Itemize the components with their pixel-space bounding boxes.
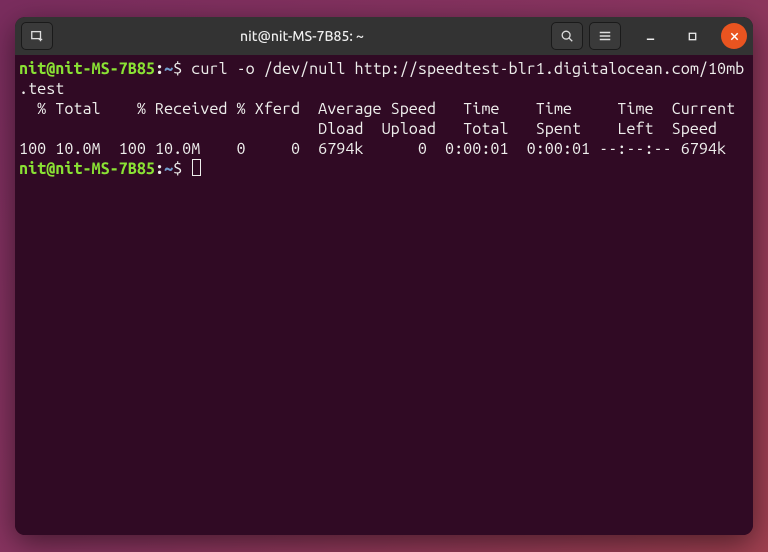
new-tab-button[interactable] <box>21 22 53 50</box>
maximize-button[interactable] <box>679 23 705 49</box>
maximize-icon <box>687 31 698 42</box>
new-tab-icon <box>30 29 44 43</box>
window-title: nit@nit-MS-7B85: ~ <box>53 28 551 44</box>
hamburger-icon <box>598 29 612 43</box>
prompt-path: ~ <box>164 60 173 78</box>
terminal-window: nit@nit-MS-7B85: ~ nit@nit-MS-7B85:~$ cu… <box>15 17 753 535</box>
output-header-2: Dload Upload Total Spent Left Speed <box>19 120 717 138</box>
minimize-icon <box>645 31 656 42</box>
prompt-colon: : <box>155 60 164 78</box>
search-icon <box>560 29 574 43</box>
close-icon <box>729 31 740 42</box>
close-button[interactable] <box>721 23 747 49</box>
terminal-area[interactable]: nit@nit-MS-7B85:~$ curl -o /dev/null htt… <box>15 55 753 535</box>
prompt-user: nit@nit-MS-7B85 <box>19 60 155 78</box>
prompt-user: nit@nit-MS-7B85 <box>19 160 155 178</box>
prompt-dollar: $ <box>173 60 191 78</box>
command-text: curl -o /dev/null http://speedtest-blr1.… <box>191 60 744 78</box>
command-text-wrap: .test <box>19 80 64 98</box>
titlebar[interactable]: nit@nit-MS-7B85: ~ <box>15 17 753 55</box>
menu-button[interactable] <box>589 22 621 50</box>
search-button[interactable] <box>551 22 583 50</box>
prompt-colon: : <box>155 160 164 178</box>
cursor <box>192 159 201 176</box>
output-header-1: % Total % Received % Xferd Average Speed… <box>19 100 735 118</box>
prompt-dollar: $ <box>173 160 191 178</box>
output-row: 100 10.0M 100 10.0M 0 0 6794k 0 0:00:01 … <box>19 140 726 158</box>
minimize-button[interactable] <box>637 23 663 49</box>
prompt-path: ~ <box>164 160 173 178</box>
